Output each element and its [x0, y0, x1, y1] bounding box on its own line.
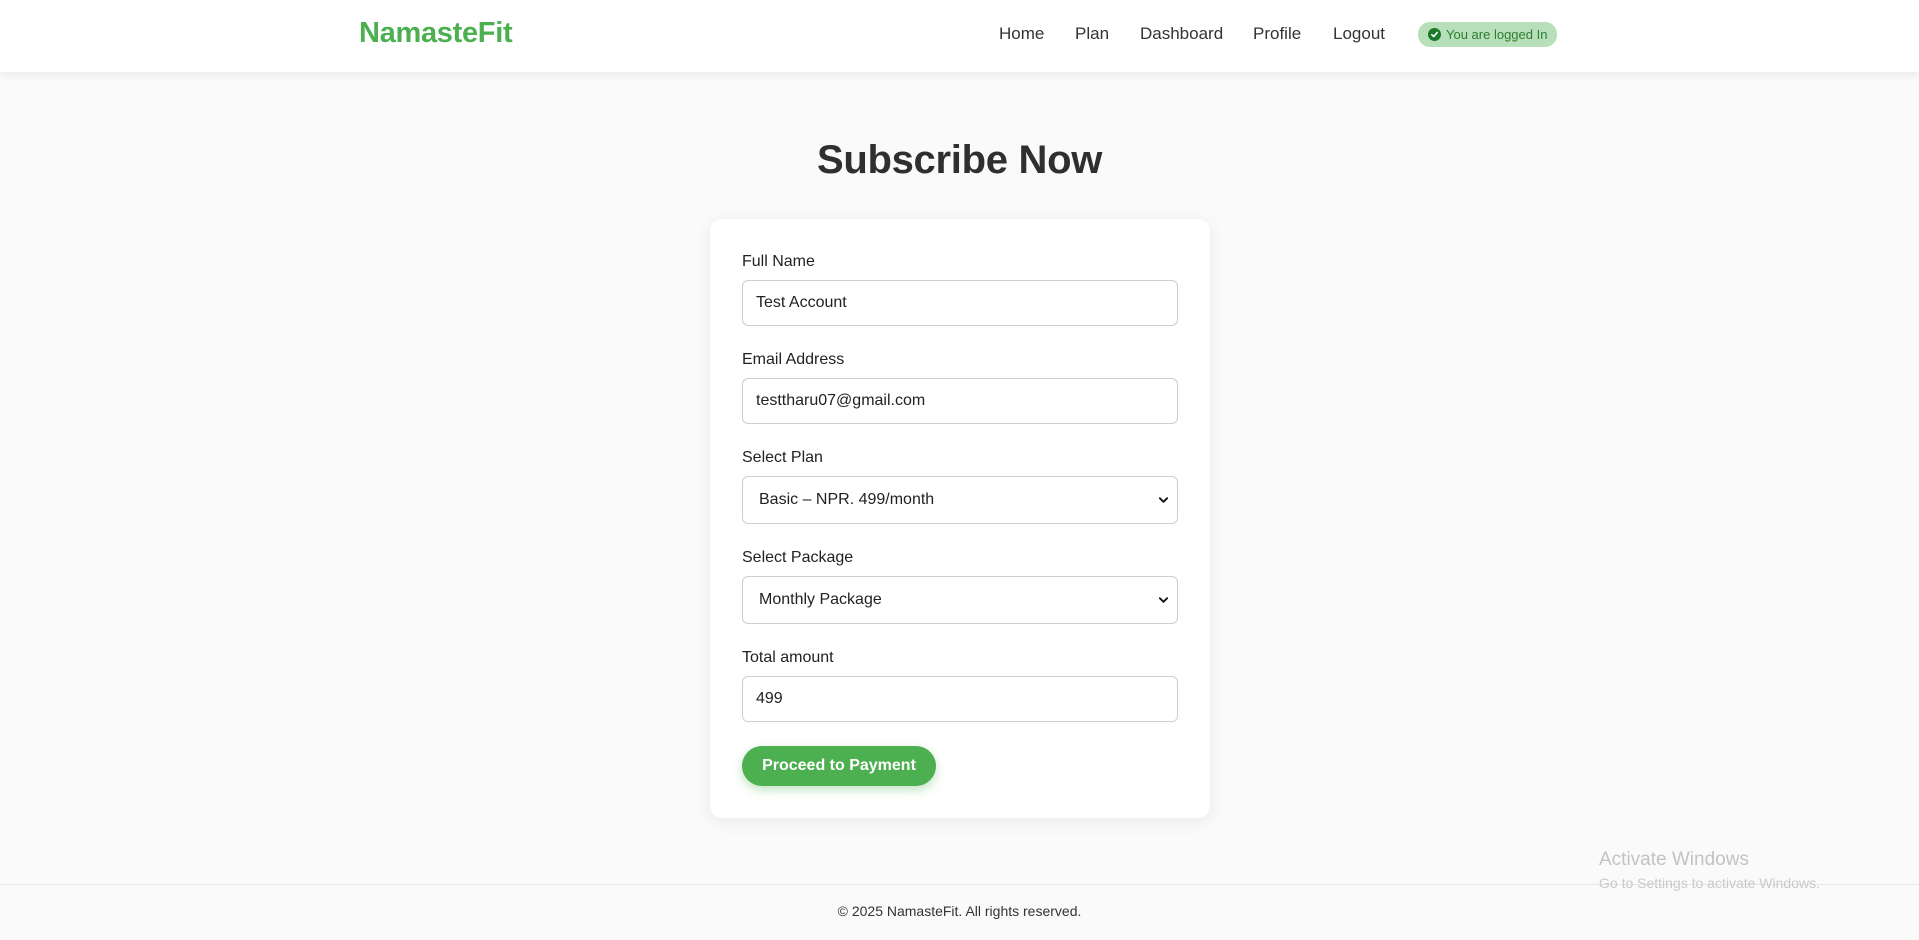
full-name-label: Full Name [742, 253, 815, 270]
nav-dashboard[interactable]: Dashboard [1140, 24, 1223, 44]
subscribe-form-card: Full Name Test Account Email Address tes… [710, 219, 1210, 818]
plan-label: Select Plan [742, 449, 823, 466]
login-status-text: You are logged In [1446, 27, 1548, 42]
email-label: Email Address [742, 351, 845, 368]
package-select[interactable]: Monthly Package [742, 576, 1178, 624]
total-amount-value: 499 [756, 690, 783, 707]
proceed-to-payment-button[interactable]: Proceed to Payment [742, 746, 936, 786]
top-navbar: NamasteFit Home Plan Dashboard Profile L… [0, 0, 1919, 72]
chevron-down-icon [1158, 497, 1169, 503]
total-amount-input[interactable]: 499 [742, 676, 1178, 722]
activate-windows-subtitle: Go to Settings to activate Windows. [1599, 875, 1820, 891]
total-amount-label: Total amount [742, 649, 834, 666]
nav-plan[interactable]: Plan [1075, 24, 1109, 44]
package-label: Select Package [742, 549, 854, 566]
check-circle-icon [1428, 28, 1441, 41]
login-status-badge: You are logged In [1418, 22, 1558, 47]
page-title: Subscribe Now [816, 138, 1103, 182]
email-value: testtharu07@gmail.com [756, 392, 926, 409]
plan-select[interactable]: Basic – NPR. 499/month [742, 476, 1178, 524]
nav-home[interactable]: Home [999, 24, 1044, 44]
brand-logo[interactable]: NamasteFit [359, 17, 513, 50]
nav-logout[interactable]: Logout [1333, 24, 1385, 44]
nav-profile[interactable]: Profile [1253, 24, 1301, 44]
full-name-input[interactable]: Test Account [742, 280, 1178, 326]
email-input[interactable]: testtharu07@gmail.com [742, 378, 1178, 424]
activate-windows-title: Activate Windows [1599, 849, 1749, 870]
chevron-down-icon [1158, 597, 1169, 603]
package-selected-value: Monthly Package [759, 591, 882, 608]
footer-copyright: © 2025 NamasteFit. All rights reserved. [837, 903, 1082, 919]
plan-selected-value: Basic – NPR. 499/month [759, 491, 935, 508]
page: NamasteFit Home Plan Dashboard Profile L… [0, 0, 1919, 940]
full-name-value: Test Account [756, 294, 847, 311]
